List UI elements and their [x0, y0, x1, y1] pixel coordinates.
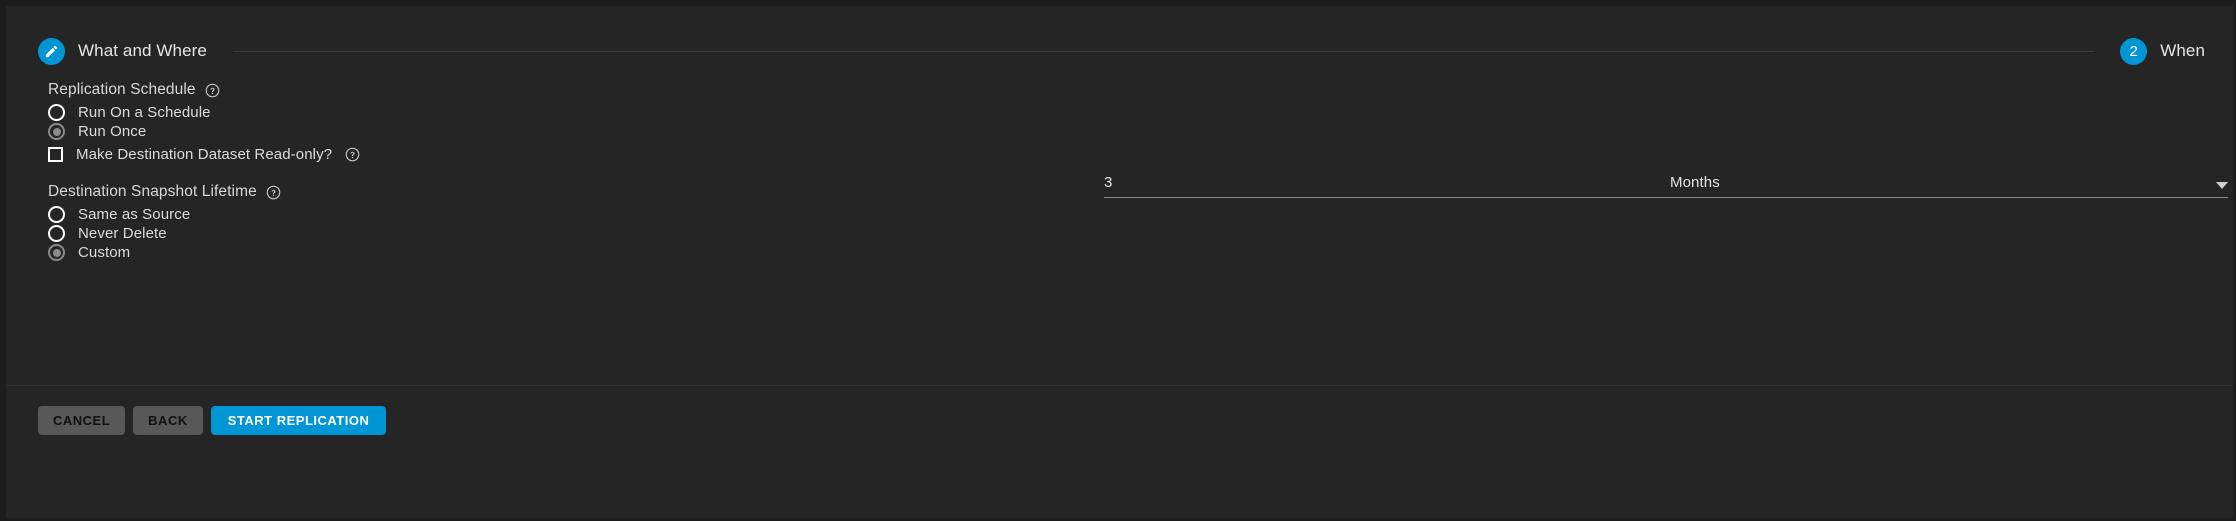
step-when-circle: 2 — [2120, 37, 2148, 65]
destination-snapshot-lifetime-label-text: Destination Snapshot Lifetime — [48, 183, 257, 200]
radio-run-once-label: Run Once — [78, 123, 147, 140]
step-when-number: 2 — [2129, 42, 2138, 60]
radio-run-on-a-schedule-indicator[interactable] — [48, 104, 65, 121]
wizard-stepper: What and Where 2 When — [6, 30, 2233, 72]
step-what-and-where-label: What and Where — [78, 41, 207, 60]
checkbox-make-destination-read-only[interactable]: Make Destination Dataset Read-only? — [48, 146, 360, 163]
checkbox-make-destination-read-only-box[interactable] — [48, 147, 63, 162]
radio-custom-label: Custom — [78, 244, 131, 261]
radio-same-as-source-indicator[interactable] — [48, 206, 65, 223]
radio-run-on-a-schedule[interactable]: Run On a Schedule — [48, 104, 211, 121]
step-what-and-where-circle — [38, 37, 65, 65]
chevron-down-icon[interactable] — [2216, 182, 2228, 190]
cancel-button[interactable]: CANCEL — [38, 406, 126, 435]
start-replication-button[interactable]: START REPLICATION — [210, 406, 387, 435]
back-button[interactable]: BACK — [133, 406, 203, 435]
step-what-and-where[interactable]: What and Where — [38, 37, 207, 65]
radio-same-as-source-label: Same as Source — [78, 206, 191, 223]
radio-never-delete[interactable]: Never Delete — [48, 225, 167, 242]
radio-run-once-indicator[interactable] — [48, 123, 65, 140]
lifetime-value-input-value: 3 — [1104, 174, 1113, 191]
radio-run-once[interactable]: Run Once — [48, 123, 146, 140]
wizard-form-body: Replication Schedule Run On a Schedule R… — [6, 81, 2233, 518]
pencil-icon — [44, 44, 59, 59]
wizard-actions: CANCEL BACK START REPLICATION — [38, 406, 387, 435]
radio-never-delete-label: Never Delete — [78, 225, 167, 242]
replication-schedule-label-text: Replication Schedule — [48, 81, 196, 98]
lifetime-unit-select[interactable]: Months — [1670, 172, 2228, 198]
replication-schedule-label: Replication Schedule — [48, 81, 220, 99]
radio-never-delete-indicator[interactable] — [48, 225, 65, 242]
actions-divider — [6, 385, 2233, 386]
stepper-connector-line — [232, 50, 2095, 52]
radio-custom[interactable]: Custom — [48, 244, 130, 261]
lifetime-value-input[interactable]: 3 — [1104, 172, 1670, 198]
step-when-label: When — [2160, 41, 2205, 60]
step-when[interactable]: 2 When — [2120, 37, 2205, 65]
help-circle-icon[interactable] — [345, 147, 360, 162]
lifetime-unit-select-value: Months — [1670, 174, 1720, 191]
checkbox-make-destination-read-only-label: Make Destination Dataset Read-only? — [76, 146, 333, 163]
radio-same-as-source[interactable]: Same as Source — [48, 206, 190, 223]
help-circle-icon[interactable] — [266, 185, 281, 200]
help-circle-icon[interactable] — [205, 83, 220, 98]
destination-snapshot-lifetime-label: Destination Snapshot Lifetime — [48, 183, 281, 201]
radio-run-on-a-schedule-label: Run On a Schedule — [78, 104, 211, 121]
radio-custom-indicator[interactable] — [48, 244, 65, 261]
replication-wizard-panel: What and Where 2 When Replication Schedu… — [0, 0, 2236, 521]
